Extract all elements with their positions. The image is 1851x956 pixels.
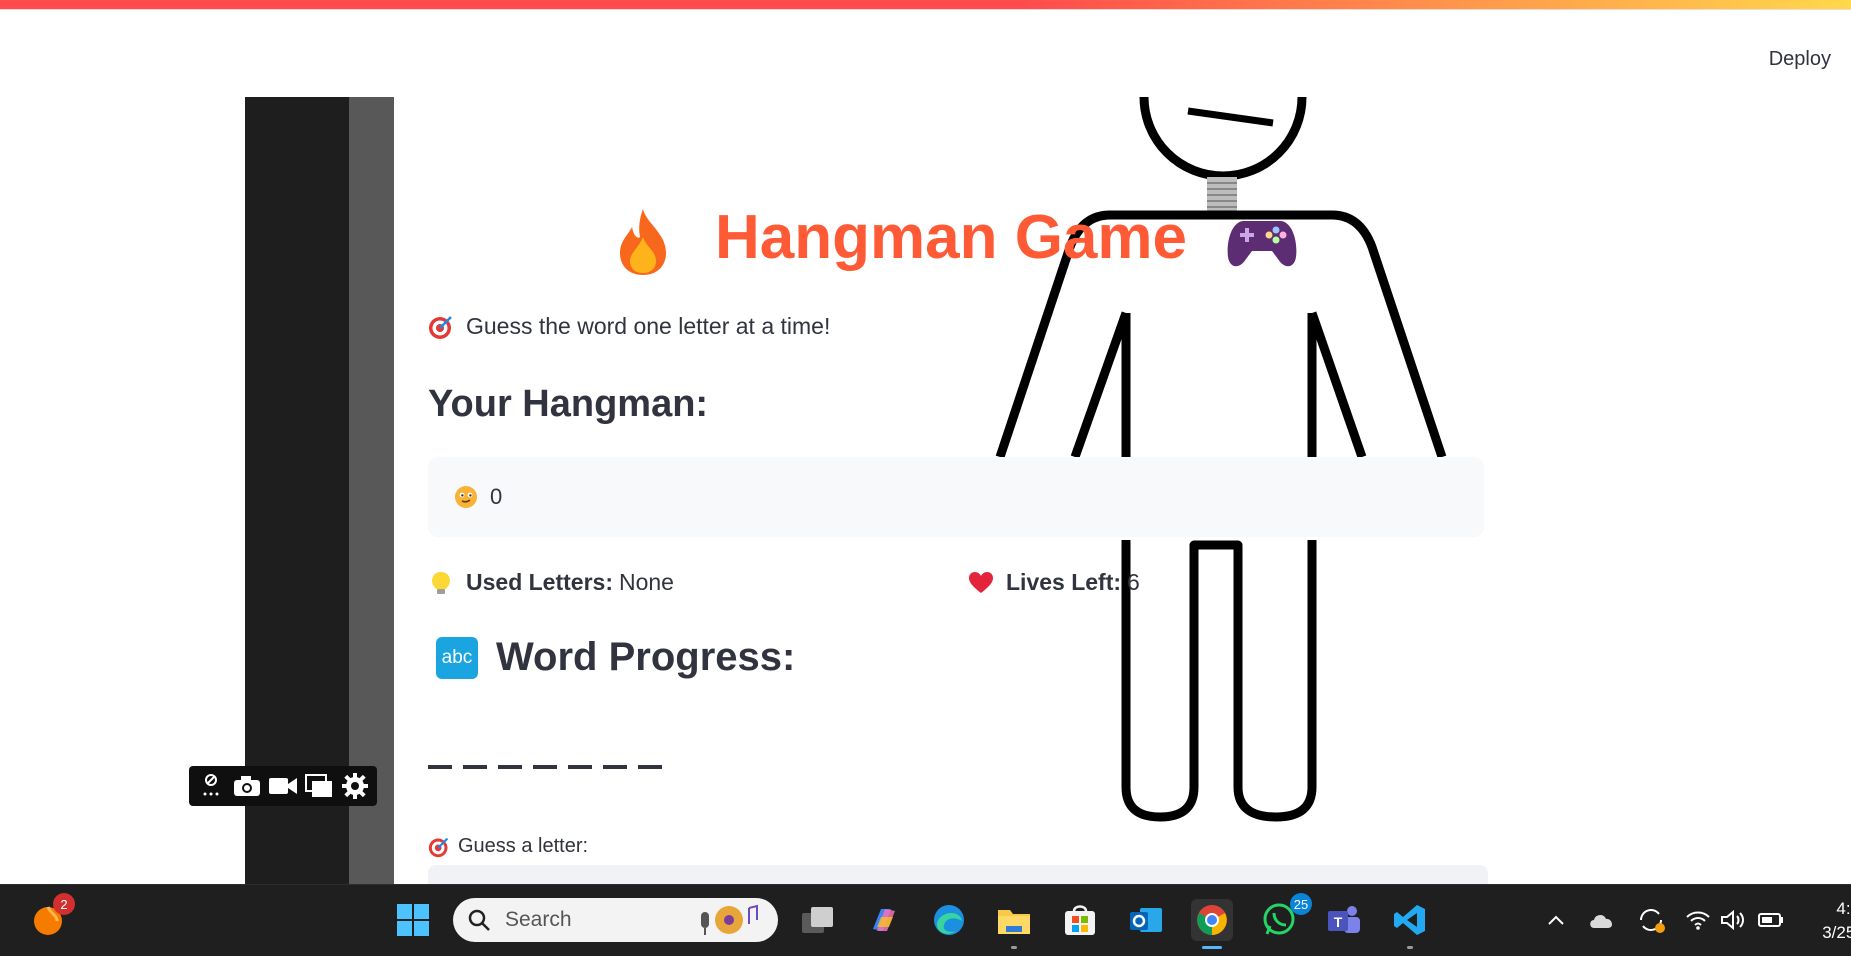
microsoft-store-button[interactable]: [1059, 899, 1101, 941]
battery-icon[interactable]: [1756, 905, 1786, 935]
streamlit-header-stripe: [0, 0, 1851, 9]
edge-browser-button[interactable]: [928, 899, 970, 941]
capture-toolbar: [189, 766, 377, 806]
heart-icon: [969, 571, 993, 593]
running-indicator: [1011, 946, 1017, 949]
word-progress: [428, 765, 662, 769]
clock-time: 4:1: [1836, 899, 1851, 918]
letter-blank: [463, 765, 487, 769]
folder-icon: [998, 910, 1030, 934]
whatsapp-button[interactable]: 25: [1258, 893, 1312, 941]
whatsapp-badge: 25: [1290, 893, 1312, 915]
task-view-icon: [802, 907, 833, 933]
target-icon: [429, 315, 452, 339]
word-progress-heading: abc Word Progress:: [436, 635, 795, 680]
word-progress-heading-text: Word Progress:: [496, 635, 796, 679]
header-divider: [0, 9, 1851, 10]
notification-badge: 2: [53, 893, 75, 915]
edge-icon: [934, 905, 964, 935]
game-controller-icon: [1227, 220, 1297, 266]
vscode-button[interactable]: [1389, 899, 1431, 949]
copilot-button[interactable]: [863, 899, 905, 941]
file-explorer-button[interactable]: [993, 899, 1035, 949]
settings-gear-icon[interactable]: [338, 769, 372, 803]
taskbar-notification-app[interactable]: 2: [27, 893, 75, 941]
chrome-button[interactable]: [1191, 899, 1233, 949]
svg-text:T: T: [1334, 914, 1343, 930]
chrome-icon: [1197, 905, 1227, 935]
search-input[interactable]: [503, 907, 697, 933]
letter-blank: [498, 765, 522, 769]
used-letters: Used Letters: None: [428, 569, 674, 596]
letter-blank: [568, 765, 592, 769]
outlook-button[interactable]: [1125, 899, 1167, 941]
hangman-state-panel: 0: [428, 457, 1484, 537]
page-title: Hangman Game: [428, 202, 1484, 277]
subtitle-text: Guess the word one letter at a time!: [466, 313, 831, 339]
target-icon: [428, 837, 449, 857]
camera-icon[interactable]: [230, 769, 264, 803]
fire-icon: [619, 208, 666, 275]
subtitle: Guess the word one letter at a time!: [428, 313, 830, 340]
lives-left-label: Lives Left:: [1006, 569, 1122, 595]
deploy-button[interactable]: Deploy: [1769, 48, 1831, 71]
smiley-face-icon: [455, 486, 477, 508]
letter-blank: [603, 765, 627, 769]
taskbar: 2 25 T: [0, 884, 1851, 956]
used-letters-value: None: [618, 569, 674, 595]
sync-icon[interactable]: [1636, 905, 1666, 935]
taskbar-search[interactable]: [453, 898, 778, 942]
hangman-count: 0: [490, 484, 503, 509]
running-indicator: [1407, 946, 1413, 949]
store-icon: [1065, 905, 1095, 935]
start-button[interactable]: [392, 899, 434, 941]
search-highlight-icon: [701, 904, 758, 935]
lives-left-value: 6: [1127, 569, 1140, 595]
hangman-heading: Your Hangman:: [428, 383, 709, 425]
windows-icon[interactable]: [302, 769, 336, 803]
letter-blank: [533, 765, 557, 769]
guess-label-text: Guess a letter:: [458, 835, 589, 857]
show-hidden-icons-chevron-icon[interactable]: [1541, 905, 1571, 935]
letter-blank: [428, 765, 452, 769]
lives-left: Lives Left: 6: [968, 569, 1140, 596]
clock-date: 3/25/: [1822, 923, 1851, 942]
vscode-icon: [1394, 905, 1425, 935]
main-content: Hangman Game Guess the word one letter a…: [428, 97, 1488, 907]
page-title-text: Hangman Game: [714, 203, 1188, 272]
lightbulb-icon: [432, 571, 450, 594]
teams-button[interactable]: T: [1323, 899, 1365, 941]
guess-label: Guess a letter:: [428, 835, 588, 858]
onedrive-cloud-icon[interactable]: [1587, 905, 1617, 935]
letter-blank: [638, 765, 662, 769]
volume-icon[interactable]: [1718, 905, 1748, 935]
video-camera-icon[interactable]: [266, 769, 300, 803]
windows-logo-icon: [397, 904, 429, 936]
teams-icon: T: [1328, 906, 1360, 933]
active-indicator: [1202, 946, 1222, 949]
wifi-icon[interactable]: [1683, 905, 1713, 935]
taskbar-clock[interactable]: 4:1 3/25/: [1800, 897, 1851, 945]
capture-menu-icon[interactable]: [194, 769, 228, 803]
outlook-icon: [1130, 908, 1162, 932]
task-view-button[interactable]: [797, 899, 839, 941]
used-letters-label: Used Letters:: [466, 569, 613, 595]
search-icon: [468, 909, 490, 931]
copilot-icon: [873, 909, 895, 931]
abc-icon: abc: [436, 636, 478, 679]
